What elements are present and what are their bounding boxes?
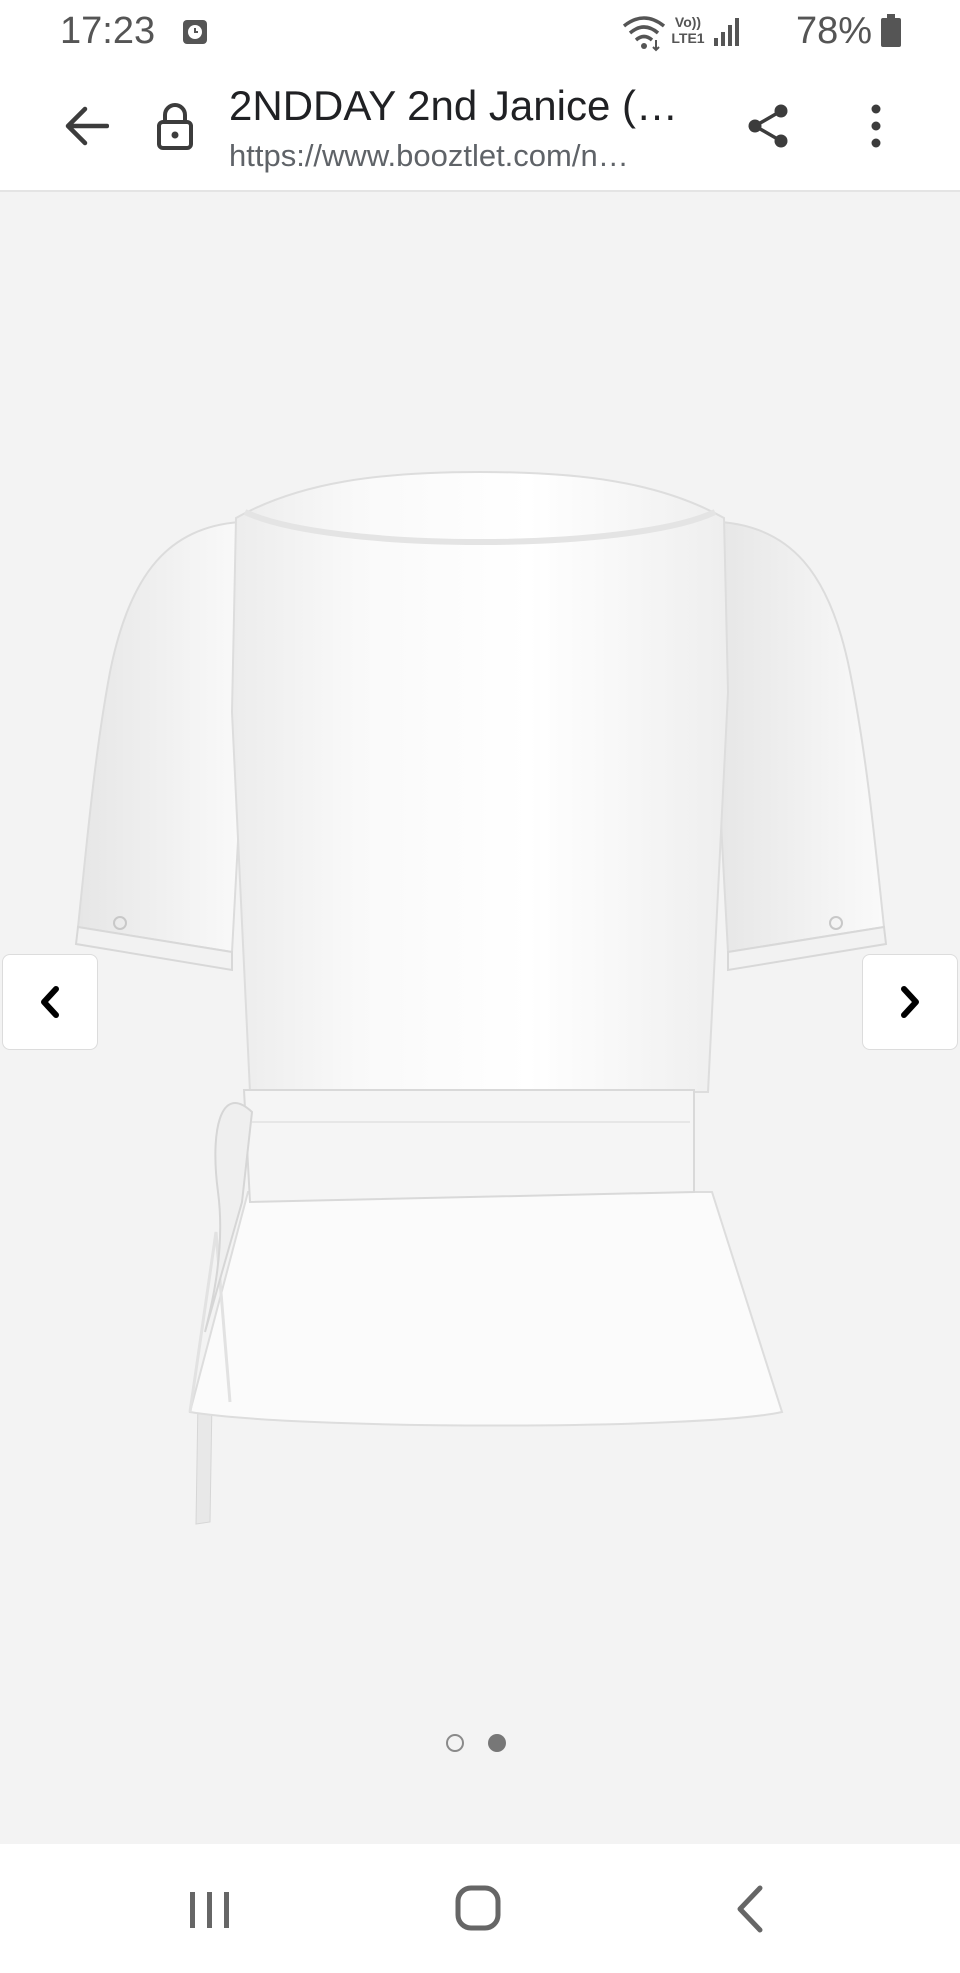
lock-icon bbox=[157, 103, 193, 150]
previous-image-button[interactable] bbox=[2, 954, 98, 1050]
back-arrow-icon bbox=[65, 106, 109, 146]
status-time: 17:23 bbox=[60, 10, 156, 52]
share-icon bbox=[748, 104, 788, 148]
battery-icon bbox=[881, 14, 901, 47]
recents-icon[interactable] bbox=[180, 1884, 240, 1934]
status-indicators: Vo)) LTE1 78% bbox=[602, 10, 902, 56]
site-security-button[interactable] bbox=[150, 96, 200, 156]
volte-label-bottom: LTE1 bbox=[671, 30, 705, 46]
slide-indicator bbox=[446, 1734, 516, 1758]
more-vert-icon bbox=[871, 104, 881, 148]
back-icon[interactable] bbox=[720, 1882, 780, 1936]
chevron-right-icon bbox=[901, 986, 919, 1018]
page-url[interactable]: https://www.booztlet.com/n… bbox=[229, 138, 699, 174]
more-options-button[interactable] bbox=[846, 96, 906, 156]
signal-icon bbox=[714, 18, 739, 46]
system-navigation-bar bbox=[0, 1844, 960, 1973]
status-bar: 17:23 Vo)) LTE1 78% bbox=[0, 0, 960, 66]
slide-dot-2-active[interactable] bbox=[488, 1734, 506, 1752]
chevron-left-icon bbox=[41, 986, 59, 1018]
slide-dot-1[interactable] bbox=[446, 1734, 464, 1752]
product-image bbox=[74, 470, 888, 1525]
page-title[interactable]: 2NDDAY 2nd Janice (… bbox=[229, 82, 699, 130]
browser-toolbar: 2NDDAY 2nd Janice (… https://www.booztle… bbox=[0, 66, 960, 192]
clock-icon bbox=[183, 20, 207, 44]
back-button[interactable] bbox=[56, 96, 116, 156]
volte-indicator: Vo)) LTE1 bbox=[666, 14, 710, 46]
next-image-button[interactable] bbox=[862, 954, 958, 1050]
wifi-icon bbox=[622, 16, 666, 52]
volte-label-top: Vo)) bbox=[674, 14, 702, 30]
home-icon[interactable] bbox=[448, 1882, 508, 1936]
product-image-gallery[interactable] bbox=[0, 192, 960, 1844]
share-button[interactable] bbox=[738, 96, 798, 156]
battery-percentage: 78% bbox=[795, 10, 872, 52]
